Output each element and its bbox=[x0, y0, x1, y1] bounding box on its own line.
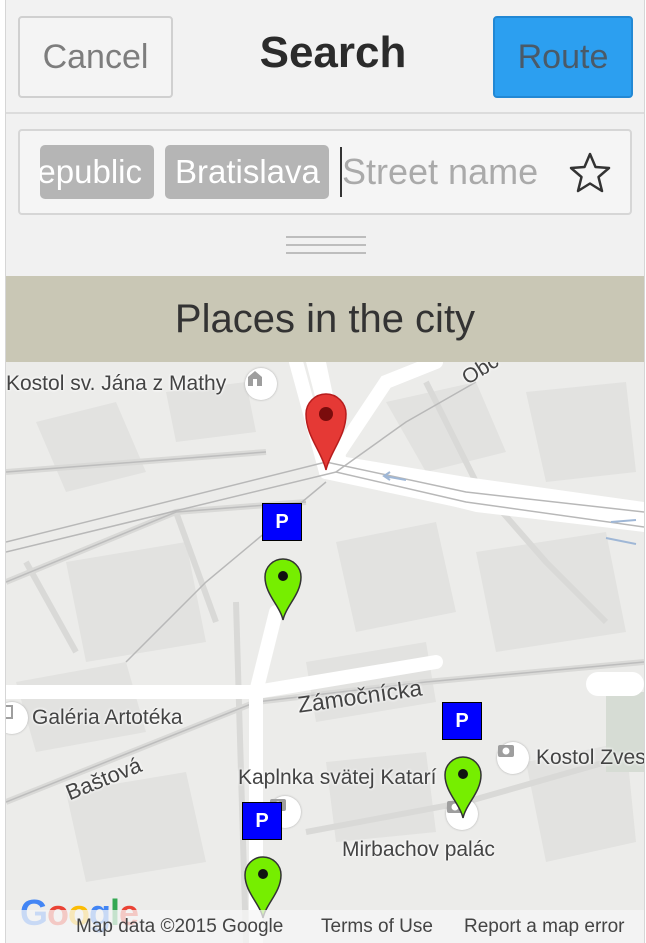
map-label-kostol-jana: Kostol sv. Jána z Mathy bbox=[6, 372, 227, 395]
star-outline-icon[interactable] bbox=[568, 151, 612, 195]
map-view[interactable]: Kostol sv. Jána z Mathy Obc Galéria Arto… bbox=[6, 362, 644, 943]
camera-poi-icon[interactable] bbox=[497, 742, 529, 774]
map-label-kostol-zves: Kostol Zves bbox=[536, 746, 644, 769]
search-chip-country[interactable]: epublic bbox=[40, 145, 154, 199]
place-pin-icon[interactable] bbox=[263, 558, 303, 622]
section-header: Places in the city bbox=[6, 276, 644, 362]
app-frame: Cancel Search Route epublic Bratislava S… bbox=[5, 0, 645, 943]
map-footer: Map data ©2015 Google Terms of Use Repor… bbox=[6, 910, 644, 943]
street-name-input[interactable]: Street name bbox=[342, 145, 538, 199]
search-box[interactable]: epublic Bratislava Street name bbox=[18, 129, 632, 215]
route-button[interactable]: Route bbox=[493, 16, 633, 98]
parking-marker[interactable]: P bbox=[242, 802, 282, 840]
terms-of-use-link[interactable]: Terms of Use bbox=[321, 916, 433, 938]
report-map-error-link[interactable]: Report a map error bbox=[464, 916, 625, 938]
map-label-kaplnka: Kaplnka svätej Katarí bbox=[238, 766, 437, 789]
church-poi-icon[interactable] bbox=[245, 368, 277, 400]
map-data-attribution: Map data ©2015 Google bbox=[76, 916, 284, 937]
parking-marker[interactable]: P bbox=[442, 702, 482, 740]
section-title: Places in the city bbox=[174, 296, 476, 341]
selected-location-pin-icon[interactable] bbox=[304, 392, 348, 472]
page-title: Search bbox=[259, 28, 407, 77]
search-chip-city[interactable]: Bratislava bbox=[165, 145, 329, 199]
parking-marker[interactable]: P bbox=[262, 503, 302, 541]
place-pin-icon[interactable] bbox=[443, 756, 483, 820]
drag-handle[interactable] bbox=[286, 236, 366, 260]
map-label-mirbachov: Mirbachov palác bbox=[342, 838, 495, 861]
cancel-button[interactable]: Cancel bbox=[18, 16, 173, 98]
map-label-galeria: Galéria Artotéka bbox=[32, 706, 183, 729]
top-bar: Cancel Search Route bbox=[6, 0, 644, 114]
